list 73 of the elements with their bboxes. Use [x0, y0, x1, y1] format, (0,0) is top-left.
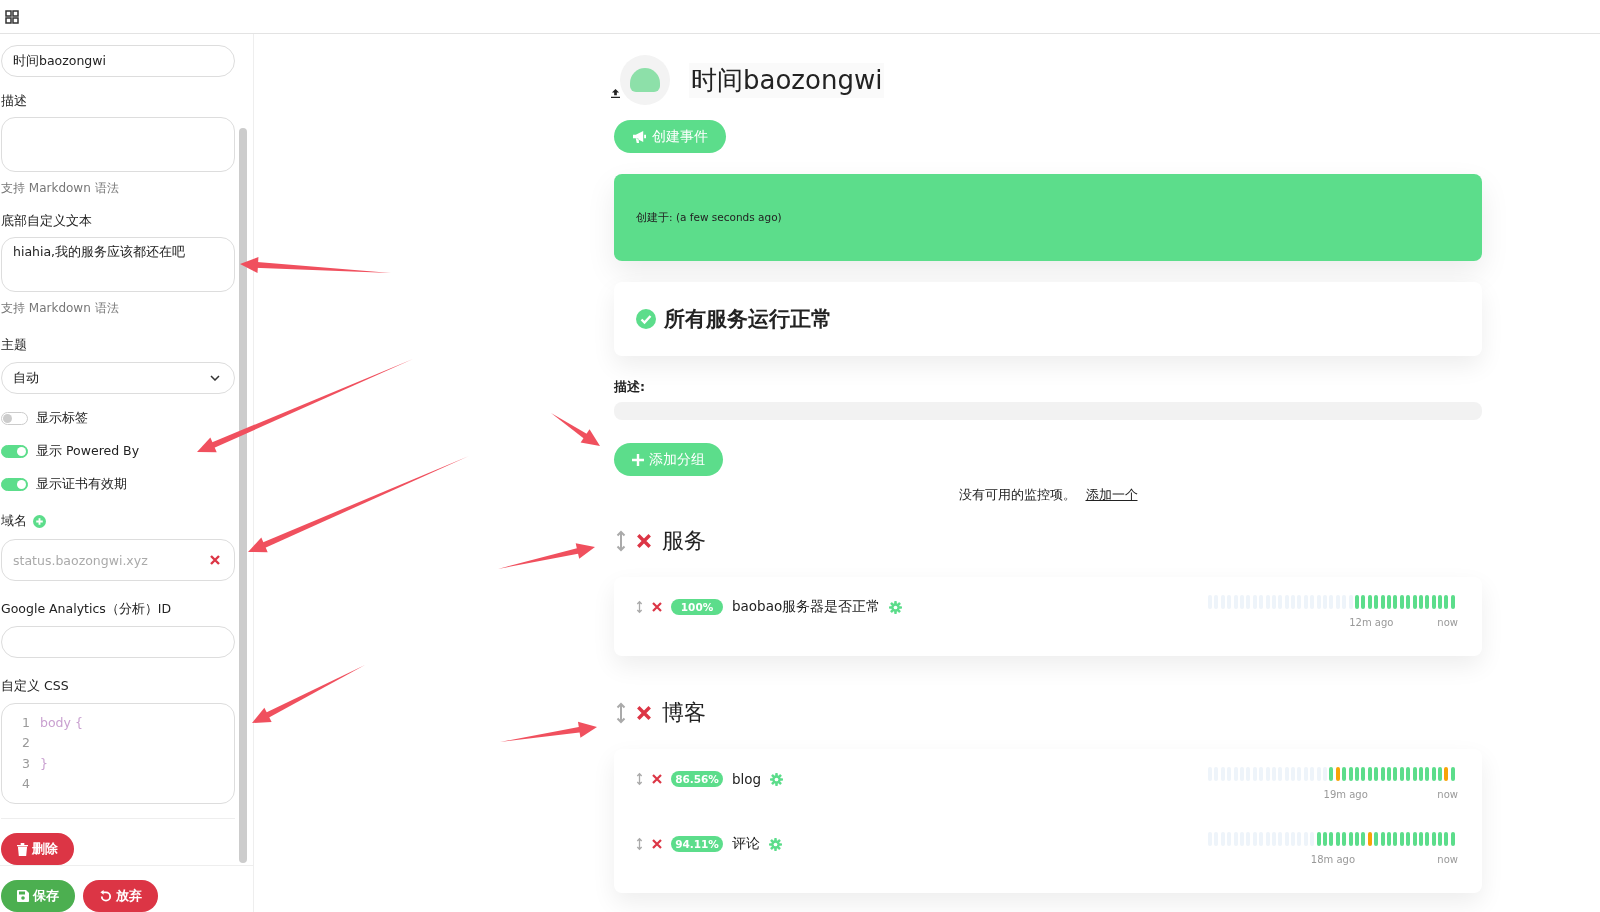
- theme-select[interactable]: 自动: [1, 362, 235, 394]
- group-name[interactable]: 服务: [662, 526, 706, 556]
- field-hint: 支持 Markdown 语法: [1, 180, 120, 197]
- add-icon[interactable]: [33, 515, 46, 528]
- time-label: 18m ago: [1310, 854, 1356, 865]
- megaphone-icon: [632, 130, 647, 143]
- add-monitor-link[interactable]: 添加一个: [1085, 486, 1138, 504]
- toggle-switch[interactable]: [1, 445, 28, 458]
- scrollbar-thumb[interactable]: [239, 128, 247, 863]
- monitor-name[interactable]: baobao服务器是否正常: [732, 598, 881, 616]
- toggle-label: 显示标签: [36, 410, 88, 427]
- delete-icon[interactable]: [652, 839, 662, 849]
- domain-text: status.baozongwi.xyz: [13, 552, 148, 568]
- analytics-id-field[interactable]: [1, 626, 235, 658]
- field-hint: 支持 Markdown 语法: [1, 300, 120, 317]
- page-title[interactable]: 时间baozongwi: [689, 62, 885, 98]
- settings-icon[interactable]: [769, 837, 782, 851]
- discard-button[interactable]: 放弃: [83, 880, 158, 912]
- uptime-badge: 86.56%: [671, 771, 723, 787]
- monitor-name[interactable]: 评论: [732, 835, 760, 853]
- toggle-switch[interactable]: [1, 412, 28, 425]
- field-label: 描述: [1, 93, 28, 110]
- settings-icon[interactable]: [770, 772, 784, 786]
- time-label: 19m ago: [1323, 789, 1368, 800]
- time-label: 12m ago: [1349, 617, 1394, 628]
- delete-icon[interactable]: [636, 705, 652, 721]
- line-number: 4: [22, 776, 30, 792]
- field-label: 自定义 CSS: [1, 678, 70, 695]
- title-field[interactable]: 时间baozongwi: [1, 45, 235, 77]
- delete-icon[interactable]: [652, 774, 662, 784]
- drag-handle-icon[interactable]: [636, 600, 643, 614]
- toggle-label: 显示证书有效期: [36, 476, 127, 493]
- time-label: now: [1437, 617, 1458, 628]
- footer-text-field[interactable]: hiahia,我的服务应该都还在吧: [1, 237, 235, 292]
- line-number: 1: [22, 714, 30, 730]
- undo-icon: [99, 889, 112, 903]
- incident-meta: 创建于: (a few seconds ago): [636, 210, 782, 225]
- annotation-arrow: [551, 413, 600, 446]
- trash-icon: [17, 842, 28, 856]
- monitor-name[interactable]: blog: [732, 771, 762, 787]
- time-label: now: [1437, 789, 1458, 800]
- remove-icon[interactable]: [210, 555, 220, 565]
- time-label: now: [1437, 854, 1458, 865]
- drag-handle-icon[interactable]: [636, 772, 643, 786]
- toggle-label: 显示 Powered By: [36, 443, 140, 460]
- description-field[interactable]: [1, 117, 235, 172]
- uptime-badge: 94.11%: [671, 836, 723, 852]
- group-name[interactable]: 博客: [662, 698, 706, 728]
- uptime-badge: 100%: [671, 599, 723, 615]
- line-number: 3: [22, 755, 30, 771]
- apps-grid-icon[interactable]: [5, 9, 19, 24]
- line-number: 2: [22, 735, 30, 751]
- field-label: 底部自定义文本: [1, 213, 93, 230]
- field-label: 主题: [1, 337, 28, 354]
- empty-message: 没有可用的监控项。: [958, 486, 1076, 504]
- field-label: 域名: [1, 513, 27, 530]
- drag-handle-icon[interactable]: [636, 837, 643, 851]
- drag-handle-icon[interactable]: [616, 530, 626, 552]
- delete-icon[interactable]: [652, 602, 662, 612]
- code-line: }: [40, 755, 48, 771]
- drag-handle-icon[interactable]: [616, 702, 626, 724]
- delete-button[interactable]: 删除: [1, 833, 74, 865]
- upload-icon[interactable]: [611, 89, 620, 98]
- field-label: Google Analytics（分析）ID: [1, 601, 173, 618]
- description-label: 描述:: [614, 379, 646, 396]
- code-line: body {: [40, 714, 83, 730]
- delete-icon[interactable]: [636, 533, 652, 549]
- toggle-switch[interactable]: [1, 478, 28, 491]
- chevron-down-icon[interactable]: [210, 375, 220, 381]
- settings-icon[interactable]: [889, 600, 903, 614]
- overall-status-text: 所有服务运行正常: [664, 306, 832, 333]
- check-circle-icon: [636, 309, 656, 329]
- plus-icon: [632, 453, 644, 466]
